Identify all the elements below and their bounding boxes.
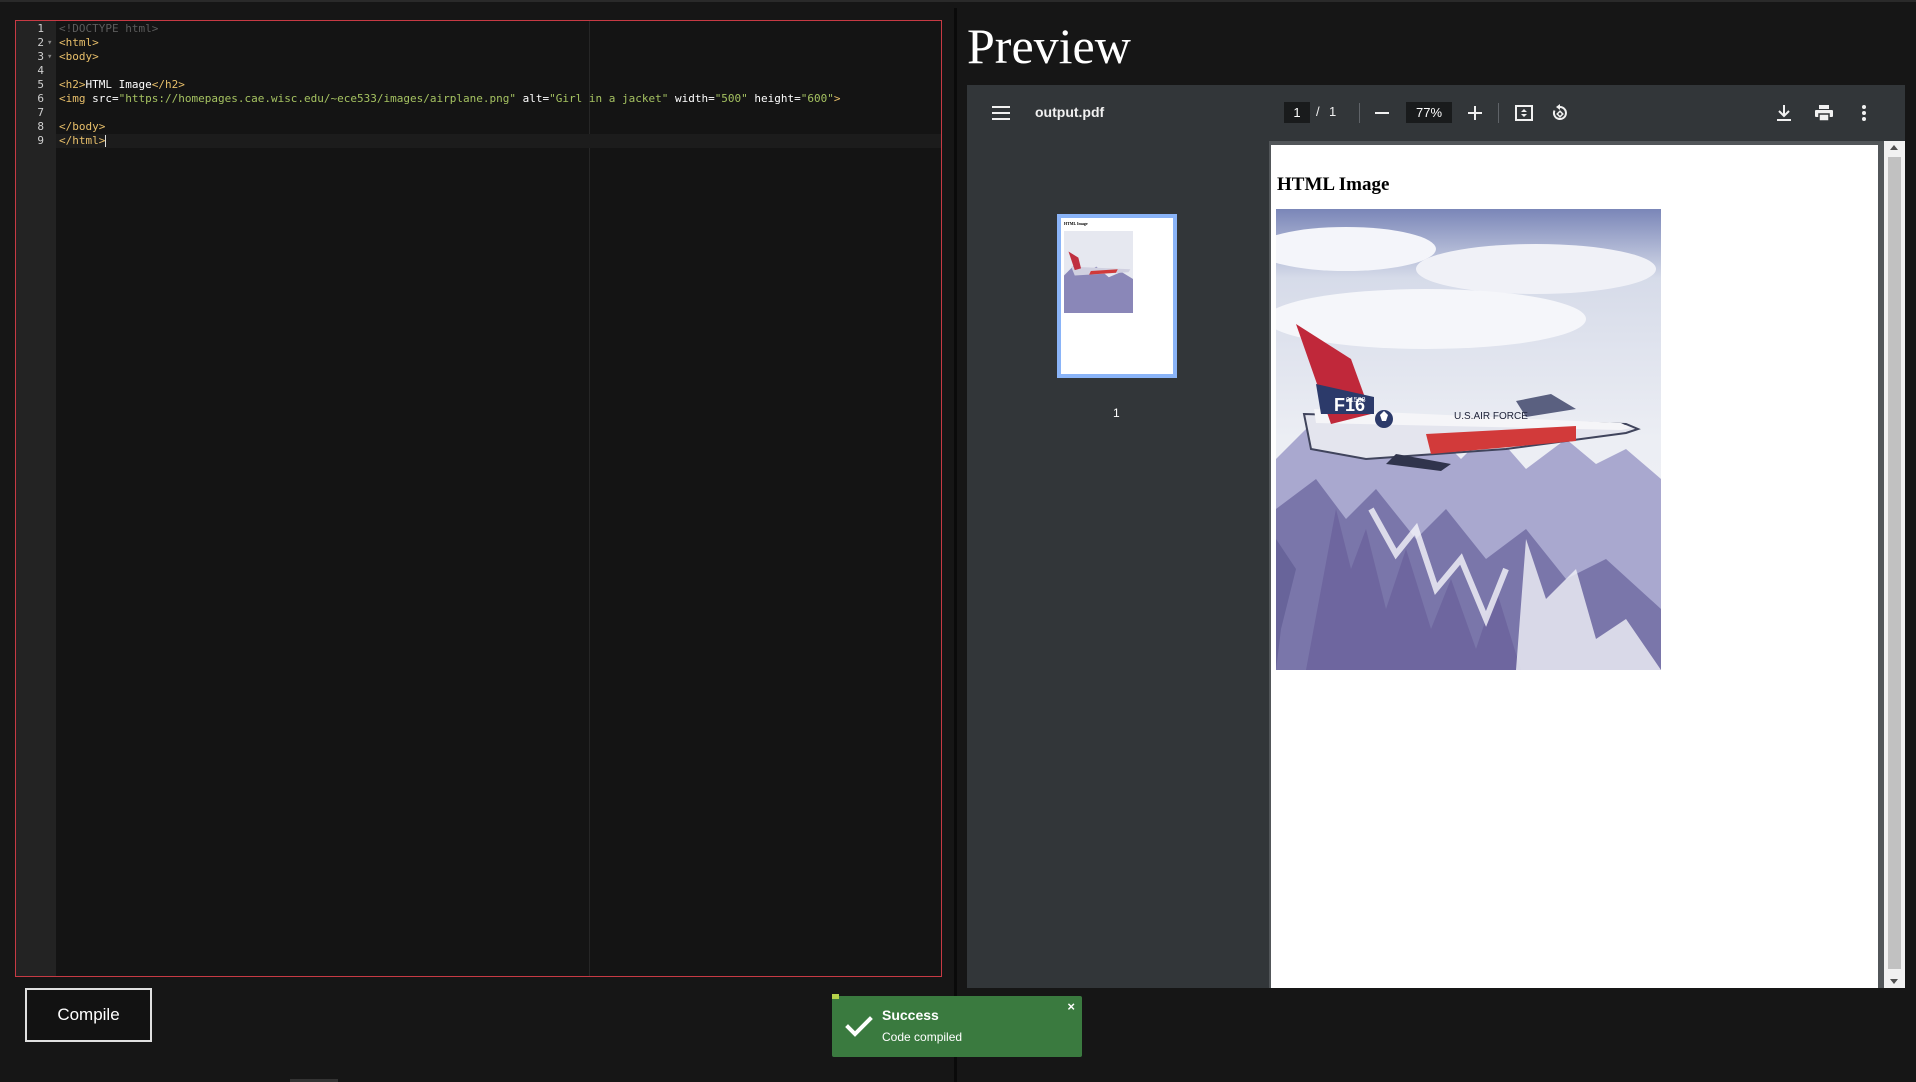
- scroll-up-icon[interactable]: [1890, 145, 1898, 150]
- toast-title: Success: [882, 1007, 939, 1023]
- toolbar-separator: [1359, 103, 1360, 123]
- line-number: 8: [37, 120, 44, 133]
- line-number: 7: [37, 106, 44, 119]
- code-token: </h2>: [151, 78, 185, 91]
- code-line[interactable]: <body>: [59, 50, 99, 64]
- pdf-viewer: output.pdf 1 / 1 77% HTML Image 1 HTML I…: [967, 85, 1905, 988]
- thumbnail-heading: HTML Image: [1064, 221, 1088, 226]
- code-token: "500": [714, 92, 748, 105]
- print-margin: [589, 21, 590, 976]
- line-number: 4: [37, 64, 44, 77]
- code-token: <html>: [59, 36, 99, 49]
- vertical-scrollbar[interactable]: [1884, 141, 1905, 988]
- code-line[interactable]: <img src="https://homepages.cae.wisc.edu…: [59, 92, 841, 106]
- code-token: <body>: [59, 50, 99, 63]
- zoom-input[interactable]: 77%: [1406, 102, 1452, 123]
- code-token: "Girl in a jacket": [549, 92, 669, 105]
- text-cursor: [105, 135, 107, 147]
- line-number: 6: [37, 92, 44, 105]
- scroll-down-icon[interactable]: [1890, 979, 1898, 984]
- toast-close-button[interactable]: ×: [1067, 999, 1075, 1014]
- code-token: alt=: [515, 92, 550, 105]
- code-token: width=: [668, 92, 715, 105]
- code-token: <img: [59, 92, 93, 105]
- page-thumbnail[interactable]: HTML Image: [1057, 214, 1177, 378]
- zoom-in-icon[interactable]: [1463, 101, 1487, 125]
- fuselage-marking: U.S.AIR FORCE: [1454, 411, 1528, 422]
- page-number-input[interactable]: 1: [1284, 102, 1310, 123]
- line-number: 5: [37, 78, 44, 91]
- checkmark-icon: [845, 1016, 873, 1037]
- success-toast: Success Code compiled ×: [832, 994, 1082, 1057]
- thumbnail-page-number: 1: [1113, 406, 1120, 420]
- code-token: src=: [92, 92, 119, 105]
- code-editor[interactable]: 1 2 ▾ 3 ▾ 4 5 6 7 8 9 <!DOCTYPE html> <html> <body> <…: [15, 20, 942, 977]
- active-line-highlight: [56, 134, 941, 148]
- thumbnail-sidebar: HTML Image 1: [967, 141, 1269, 988]
- top-border: [0, 0, 1916, 2]
- code-line[interactable]: </html>: [59, 134, 107, 148]
- code-line[interactable]: </body>: [59, 120, 105, 134]
- fold-toggle-icon[interactable]: ▾: [47, 50, 52, 64]
- line-number: 1: [37, 22, 44, 35]
- thumbnail-image: [1064, 231, 1133, 313]
- code-token: HTML Image: [85, 78, 152, 91]
- scrollbar-thumb[interactable]: [1888, 157, 1901, 969]
- line-number: 3: [37, 50, 44, 63]
- code-line[interactable]: <!DOCTYPE html>: [59, 22, 158, 36]
- print-icon[interactable]: [1812, 101, 1836, 125]
- pane-divider[interactable]: [954, 8, 957, 1082]
- rotate-icon[interactable]: [1548, 101, 1572, 125]
- code-token: "600": [800, 92, 834, 105]
- code-token: >: [833, 92, 841, 105]
- compile-button[interactable]: Compile: [25, 988, 152, 1042]
- toast-message: Code compiled: [882, 1030, 963, 1044]
- code-token: <h2>: [59, 78, 86, 91]
- toast-progress: [832, 994, 839, 999]
- code-token: <!DOCTYPE html>: [59, 22, 159, 35]
- pdf-toolbar: output.pdf 1 / 1 77%: [967, 85, 1905, 141]
- line-number: 2: [37, 36, 44, 49]
- page-heading: HTML Image: [1277, 174, 1390, 195]
- code-token: "https://homepages.cae.wisc.edu/~ece533/…: [118, 92, 516, 105]
- code-line[interactable]: <h2>HTML Image</h2>: [59, 78, 185, 92]
- fit-page-icon[interactable]: [1512, 101, 1536, 125]
- code-token: </html>: [59, 134, 106, 147]
- preview-heading: Preview: [967, 18, 1131, 74]
- line-number-gutter: 1 2 ▾ 3 ▾ 4 5 6 7 8 9: [16, 21, 56, 976]
- more-options-icon[interactable]: [1852, 101, 1876, 125]
- zoom-out-icon[interactable]: [1370, 101, 1394, 125]
- pdf-page: HTML Image F16 01568 U.S.AIR FORCE: [1271, 145, 1878, 988]
- line-number: 9: [37, 134, 44, 147]
- code-token: height=: [747, 92, 801, 105]
- airplane-image: F16 01568 U.S.AIR FORCE: [1276, 209, 1661, 670]
- fold-toggle-icon[interactable]: ▾: [47, 36, 52, 50]
- pdf-filename: output.pdf: [1035, 104, 1105, 120]
- code-line[interactable]: <html>: [59, 36, 99, 50]
- toolbar-separator: [1498, 103, 1499, 123]
- page-separator: /: [1316, 104, 1320, 119]
- code-token: </body>: [59, 120, 106, 133]
- download-icon[interactable]: [1772, 101, 1796, 125]
- menu-icon[interactable]: [989, 101, 1013, 125]
- page-total: 1: [1329, 104, 1337, 119]
- serial-marking: 01568: [1346, 397, 1366, 404]
